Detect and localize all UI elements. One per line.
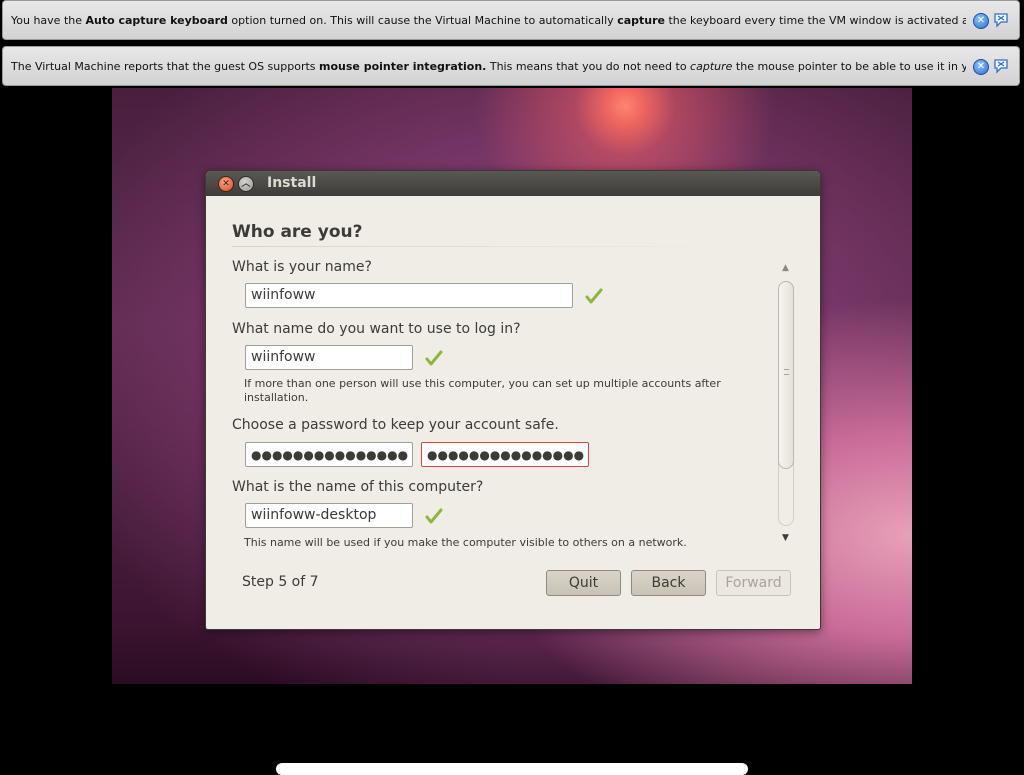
- quit-button[interactable]: Quit: [546, 570, 621, 596]
- notification-message: You have the Auto capture keyboard optio…: [11, 14, 966, 27]
- bottom-panel-edge: [276, 763, 748, 775]
- msg-part: The Virtual Machine reports that the gue…: [11, 60, 320, 73]
- login-hint-line: installation.: [244, 391, 309, 404]
- dismiss-bubble-icon[interactable]: [993, 12, 1011, 28]
- msg-part: This means that you do not need to: [486, 60, 691, 73]
- divider: [232, 246, 742, 247]
- scrollbar-thumb[interactable]: [778, 281, 794, 469]
- scroll-down-arrow-icon[interactable]: ▼: [782, 533, 789, 543]
- msg-part: option turned on. This will cause the Vi…: [227, 14, 618, 27]
- window-maximize-icon[interactable]: ︿: [238, 176, 254, 192]
- window-close-icon[interactable]: ✕: [218, 176, 234, 192]
- login-field[interactable]: wiinfoww: [245, 345, 413, 370]
- name-label: What is your name?: [232, 259, 372, 275]
- back-button[interactable]: Back: [631, 570, 706, 596]
- password-confirm-field[interactable]: ●●●●●●●●●●●●●●●: [421, 442, 589, 467]
- login-label: What name do you want to use to log in?: [232, 321, 521, 337]
- check-icon: [585, 288, 603, 304]
- msg-part: mouse pointer integration.: [319, 60, 487, 73]
- notification-auto-capture: You have the Auto capture keyboard optio…: [2, 0, 1020, 40]
- password-label: Choose a password to keep your account s…: [232, 417, 559, 433]
- window-title: Install: [267, 175, 317, 191]
- msg-part: the keyboard every time the VM window is…: [668, 14, 966, 27]
- msg-part: Auto capture keyboard: [85, 14, 228, 27]
- scroll-grip-icon: [784, 369, 789, 375]
- computer-name-hint: This name will be used if you make the c…: [244, 536, 687, 549]
- name-field[interactable]: wiinfoww: [245, 283, 573, 308]
- check-icon: [425, 508, 443, 524]
- page-heading: Who are you?: [232, 222, 363, 242]
- msg-part: You have the: [11, 14, 86, 27]
- check-icon: [425, 350, 443, 366]
- computer-name-label: What is the name of this computer?: [232, 479, 484, 495]
- window-titlebar[interactable]: ✕ ︿ Install: [206, 171, 820, 196]
- password-field[interactable]: ●●●●●●●●●●●●●●●: [245, 442, 413, 467]
- forward-button[interactable]: Forward: [716, 570, 791, 596]
- close-icon[interactable]: ✕: [973, 13, 989, 29]
- close-icon[interactable]: ✕: [973, 59, 989, 75]
- step-indicator: Step 5 of 7: [242, 574, 319, 590]
- msg-part: the mouse pointer to be able to use it i…: [735, 60, 966, 73]
- dismiss-bubble-icon[interactable]: [993, 58, 1011, 74]
- notification-message: The Virtual Machine reports that the gue…: [11, 60, 966, 73]
- notification-mouse-integration: The Virtual Machine reports that the gue…: [2, 46, 1020, 86]
- computer-name-field[interactable]: wiinfoww-desktop: [245, 503, 413, 528]
- login-hint: If more than one person will use this co…: [244, 377, 721, 405]
- scroll-up-arrow-icon[interactable]: ▲: [782, 263, 789, 273]
- msg-part: capture: [690, 60, 733, 73]
- msg-part: capture: [617, 14, 665, 27]
- install-window: ✕ ︿ Install Who are you? What is your na…: [205, 170, 821, 630]
- login-hint-line: If more than one person will use this co…: [244, 377, 721, 390]
